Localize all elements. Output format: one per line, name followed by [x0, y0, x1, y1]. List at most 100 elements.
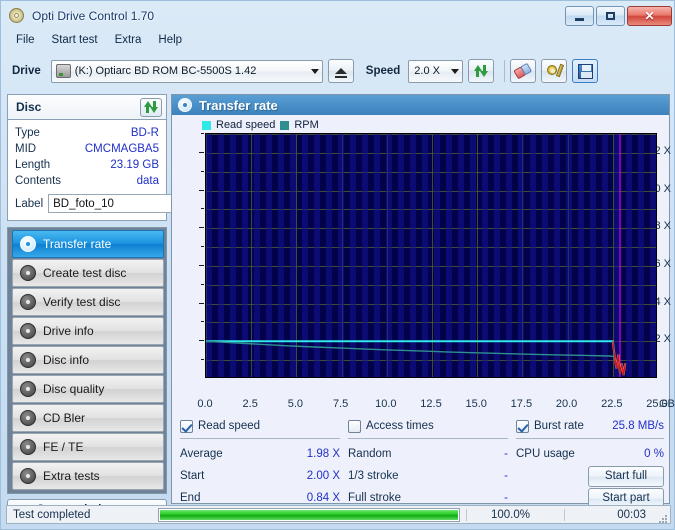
- progress-percent: 100.0%: [466, 508, 538, 521]
- legend-label-read-speed: Read speed: [216, 119, 276, 131]
- stat-row-random: Random -: [348, 443, 508, 465]
- disc-row-contents-key: Contents: [15, 175, 62, 187]
- eject-button[interactable]: [327, 59, 354, 83]
- sidebar-item-disc-quality[interactable]: Disc quality: [12, 375, 164, 403]
- x-axis-tick-label: 7.5: [332, 398, 349, 410]
- start-full-row: Start full: [516, 465, 664, 487]
- chart-series-read-speed: [206, 340, 627, 376]
- divider: [180, 438, 340, 439]
- x-axis-tick-label: 5.0: [287, 398, 304, 410]
- read-speed-header: Read speed: [180, 417, 340, 435]
- sidebar-item-cd-bler[interactable]: CD Bler: [12, 404, 164, 432]
- refresh-button[interactable]: [468, 59, 495, 83]
- stat-key-full-stroke: Full stroke: [348, 492, 402, 504]
- access-times-checkbox[interactable]: [348, 419, 361, 433]
- stat-value-random: -: [504, 448, 508, 460]
- chevron-down-icon: [310, 69, 319, 74]
- chart-header: Transfer rate: [172, 95, 669, 115]
- read-speed-checkbox[interactable]: [180, 419, 193, 433]
- read-speed-label: Read speed: [198, 420, 261, 432]
- disc-info-list: Type BD-R MID CMCMAGBA5 Length 23.19 GB …: [8, 120, 229, 220]
- stat-row-average: Average 1.98 X: [180, 443, 340, 465]
- y-axis-tick-minor: [201, 284, 204, 285]
- drive-info-icon: [20, 323, 36, 339]
- sidebar-item-transfer-rate[interactable]: Transfer rate: [12, 230, 164, 258]
- left-panel: Disc Type BD-R MID CMCMAGBA5 Length 23.1…: [7, 94, 229, 521]
- erase-button[interactable]: [510, 59, 537, 83]
- transfer-rate-icon: [20, 236, 36, 252]
- eject-icon: [334, 68, 347, 78]
- drive-icon: [55, 64, 71, 78]
- menu-item-help[interactable]: Help: [151, 32, 189, 48]
- sidebar-item-extra-tests[interactable]: Extra tests: [12, 462, 164, 490]
- elapsed-time: 00:03: [564, 508, 654, 521]
- sidebar-item-label: Create test disc: [43, 266, 127, 280]
- chart-legend: Read speed RPM: [202, 119, 319, 131]
- y-axis-tick-minor: [201, 171, 204, 172]
- stat-key-random: Random: [348, 448, 392, 460]
- close-button[interactable]: ✕: [627, 6, 672, 26]
- disc-refresh-button[interactable]: [140, 97, 162, 117]
- transfer-rate-panel: Transfer rate Read speed RPM 2 X4 X6 X8 …: [171, 94, 675, 509]
- disc-info-icon: [20, 352, 36, 368]
- legend-swatch-rpm: [280, 120, 290, 130]
- disc-panel-header: Disc: [8, 95, 166, 120]
- statistics-panel: Read speed Average 1.98 X Start 2.00 X E…: [172, 417, 671, 509]
- chart-canvas[interactable]: [205, 133, 657, 378]
- stat-value-full-stroke: -: [504, 492, 508, 504]
- save-button[interactable]: [572, 59, 599, 83]
- app-disc-icon: [8, 7, 26, 25]
- x-axis-tick-label: 0.0: [197, 398, 213, 410]
- verify-test-disc-icon: [20, 294, 36, 310]
- disc-row-length-key: Length: [15, 159, 51, 171]
- drive-select[interactable]: (K:) Optiarc BD ROM BC-5500S 1.42: [50, 59, 323, 83]
- stat-row-third-stroke: 1/3 stroke -: [348, 465, 508, 487]
- x-axis-tick-label: 22.5: [601, 398, 623, 410]
- stat-value-end: 0.84 X: [306, 492, 340, 504]
- sidebar-item-create-test-disc[interactable]: Create test disc: [12, 259, 164, 287]
- transfer-rate-icon: [178, 98, 192, 112]
- tools-button[interactable]: [541, 59, 568, 83]
- start-full-button[interactable]: Start full: [588, 465, 664, 487]
- application-window: Opti Drive Control 1.70 ✕ File Start tes…: [0, 0, 675, 530]
- divider: [348, 438, 508, 439]
- sidebar-item-label: Extra tests: [43, 469, 100, 483]
- menu-bar: File Start test Extra Help: [2, 30, 675, 50]
- access-times-stats: Access times Random - 1/3 stroke - Full …: [348, 417, 508, 509]
- y-axis-tick-minor: [201, 133, 204, 134]
- sidebar-item-drive-info[interactable]: Drive info: [12, 317, 164, 345]
- burst-rate-checkbox[interactable]: [516, 419, 529, 433]
- speed-label: Speed: [365, 65, 401, 77]
- sidebar-item-disc-info[interactable]: Disc info: [12, 346, 164, 374]
- minimize-button[interactable]: [565, 6, 594, 26]
- stat-key-end: End: [180, 492, 201, 504]
- create-test-disc-icon: [20, 265, 36, 281]
- menu-item-start-test[interactable]: Start test: [45, 32, 105, 48]
- stat-value-cpu-usage: 0 %: [644, 448, 664, 460]
- stat-key-third-stroke: 1/3 stroke: [348, 470, 399, 482]
- close-icon: ✕: [644, 9, 655, 23]
- speed-select[interactable]: 2.0 X: [408, 59, 464, 83]
- stat-value-average: 1.98 X: [306, 448, 340, 460]
- stat-row-cpu-usage: CPU usage 0 %: [516, 443, 664, 465]
- read-speed-stats: Read speed Average 1.98 X Start 2.00 X E…: [180, 417, 340, 509]
- disc-panel: Disc Type BD-R MID CMCMAGBA5 Length 23.1…: [7, 94, 229, 221]
- resize-grip[interactable]: [654, 508, 668, 523]
- x-axis-tick-label: 20.0: [555, 398, 578, 410]
- x-axis-unit-label: GB: [659, 398, 675, 410]
- menu-item-extra[interactable]: Extra: [108, 32, 149, 48]
- menu-item-file[interactable]: File: [9, 32, 42, 48]
- disc-quality-icon: [20, 381, 36, 397]
- sidebar-item-verify-test-disc[interactable]: Verify test disc: [12, 288, 164, 316]
- maximize-icon: [606, 12, 615, 20]
- access-times-header: Access times: [348, 417, 508, 435]
- stat-key-start: Start: [180, 470, 205, 482]
- stat-row-start: Start 2.00 X: [180, 465, 340, 487]
- chart-x-axis: 0.0 2.5 5.0 7.5 10.0 12.5 15.0 17.5 20.0 22.5 25.0…: [172, 398, 675, 414]
- sidebar-item-fe-te[interactable]: FE / TE: [12, 433, 164, 461]
- x-axis-tick-label: 12.5: [420, 398, 442, 410]
- status-bar: Test completed 100.0% 00:03: [6, 505, 671, 524]
- divider: [516, 438, 664, 439]
- y-axis-tick-minor: [201, 246, 204, 247]
- maximize-button[interactable]: [596, 6, 625, 26]
